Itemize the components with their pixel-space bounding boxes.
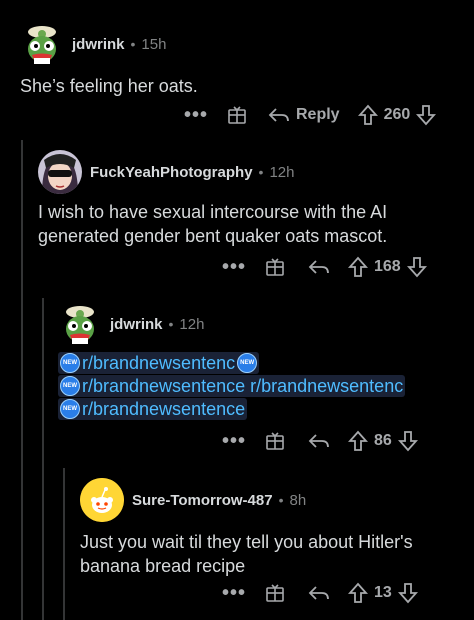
award-icon[interactable]	[264, 582, 286, 604]
comment-header: Sure-Tomorrow-487 • 8h	[80, 478, 464, 522]
comment: FuckYeahPhotography • 12h I wish to have…	[38, 150, 458, 248]
snoo-yellow-avatar-icon[interactable]	[80, 478, 124, 522]
subreddit-link[interactable]: NEW r/brandnewsentence r/brandnewsentenc	[58, 375, 406, 397]
more-options-button[interactable]: •••	[214, 583, 254, 603]
reply-arrow-icon[interactable]	[308, 432, 330, 450]
timestamp: 12h	[269, 163, 295, 181]
comment-header: jdwrink • 12h	[58, 302, 458, 346]
more-options-button[interactable]: •••	[176, 105, 216, 125]
vote-controls: 86	[348, 430, 418, 452]
vote-controls: 13	[348, 582, 418, 604]
vote-score: 168	[374, 258, 401, 275]
new-badge-icon: NEW	[237, 353, 258, 373]
comment-body-line: Just you wait til they tell you about Hi…	[80, 532, 413, 552]
timestamp: 15h	[141, 35, 167, 53]
separator-dot: •	[168, 316, 174, 332]
reply-arrow-icon[interactable]	[308, 258, 330, 276]
vote-score: 260	[383, 106, 411, 123]
award-icon[interactable]	[264, 430, 286, 452]
reply-arrow-icon[interactable]	[308, 584, 330, 602]
downvote-icon[interactable]	[416, 104, 437, 126]
link-row: NEW r/brandnewsentence r/brandnewsentenc	[58, 375, 458, 397]
comment-actions: ••• Reply 260	[176, 100, 437, 130]
separator-dot: •	[130, 36, 136, 52]
vote-controls: 168	[348, 256, 427, 278]
username[interactable]: FuckYeahPhotography	[90, 164, 253, 181]
vote-score: 13	[374, 584, 392, 601]
frog-bucket-hat-avatar-icon[interactable]	[58, 302, 102, 346]
comment-body: She’s feeling her oats.	[20, 76, 198, 96]
thread-line[interactable]	[63, 468, 65, 620]
comment-actions: ••• 168	[214, 252, 427, 282]
comment-body: Just you wait til they tell you about Hi…	[80, 530, 464, 578]
more-options-button[interactable]: •••	[214, 431, 254, 451]
link-row: NEW r/brandnewsentenc NEW	[58, 352, 458, 374]
comment-actions: ••• 13	[214, 578, 418, 608]
username[interactable]: Sure-Tomorrow-487	[132, 492, 273, 509]
comment: Sure-Tomorrow-487 • 8h Just you wait til…	[80, 478, 464, 578]
vote-score: 86	[374, 432, 392, 449]
subreddit-links: NEW r/brandnewsentenc NEW NEW r/brandnew…	[58, 352, 458, 420]
downvote-icon[interactable]	[397, 582, 418, 604]
thread-line[interactable]	[42, 298, 44, 620]
comment-body: I wish to have sexual intercourse with t…	[38, 200, 458, 248]
link-row: NEW r/brandnewsentence	[58, 398, 458, 420]
frog-bucket-hat-avatar-icon[interactable]	[20, 22, 64, 66]
comment-header: FuckYeahPhotography • 12h	[38, 150, 458, 194]
reply-arrow-icon	[268, 108, 289, 122]
comment-body-line: generated gender bent quaker oats mascot…	[38, 226, 388, 246]
reply-button[interactable]: Reply	[268, 106, 340, 124]
comment: jdwrink • 15h She’s feeling her oats.	[20, 22, 460, 98]
new-badge-icon: NEW	[60, 399, 80, 419]
downvote-icon[interactable]	[397, 430, 418, 452]
anime-sunglasses-avatar-icon[interactable]	[38, 150, 82, 194]
new-badge-icon: NEW	[60, 376, 80, 396]
subreddit-link-text: r/brandnewsentence	[82, 399, 246, 419]
award-icon[interactable]	[264, 256, 286, 278]
comment-actions: ••• 86	[214, 426, 418, 456]
separator-dot: •	[278, 492, 284, 508]
username[interactable]: jdwrink	[72, 36, 125, 53]
upvote-icon[interactable]	[348, 256, 368, 278]
subreddit-link[interactable]: NEW r/brandnewsentence	[58, 398, 248, 420]
comment-header: jdwrink • 15h	[20, 22, 460, 66]
subreddit-link-text: r/brandnewsentenc	[82, 353, 236, 373]
downvote-icon[interactable]	[406, 256, 427, 278]
comment: jdwrink • 12h NEW r/brandnewsentenc NEW …	[58, 302, 458, 421]
reply-label: Reply	[296, 106, 340, 123]
username[interactable]: jdwrink	[110, 316, 163, 333]
subreddit-link-text: r/brandnewsentence r/brandnewsentenc	[82, 376, 404, 396]
thread-line[interactable]	[21, 140, 23, 620]
comment-body-line: I wish to have sexual intercourse with t…	[38, 202, 388, 222]
more-options-button[interactable]: •••	[214, 257, 254, 277]
separator-dot: •	[258, 164, 264, 180]
upvote-icon[interactable]	[357, 104, 378, 126]
subreddit-link[interactable]: NEW r/brandnewsentenc NEW	[58, 352, 260, 374]
upvote-icon[interactable]	[348, 430, 368, 452]
new-badge-icon: NEW	[60, 353, 80, 373]
comment-body-line: banana bread recipe	[80, 556, 246, 576]
timestamp: 12h	[179, 315, 205, 333]
award-icon[interactable]	[226, 104, 248, 126]
timestamp: 8h	[289, 491, 307, 509]
upvote-icon[interactable]	[348, 582, 368, 604]
vote-controls: 260	[357, 104, 437, 126]
